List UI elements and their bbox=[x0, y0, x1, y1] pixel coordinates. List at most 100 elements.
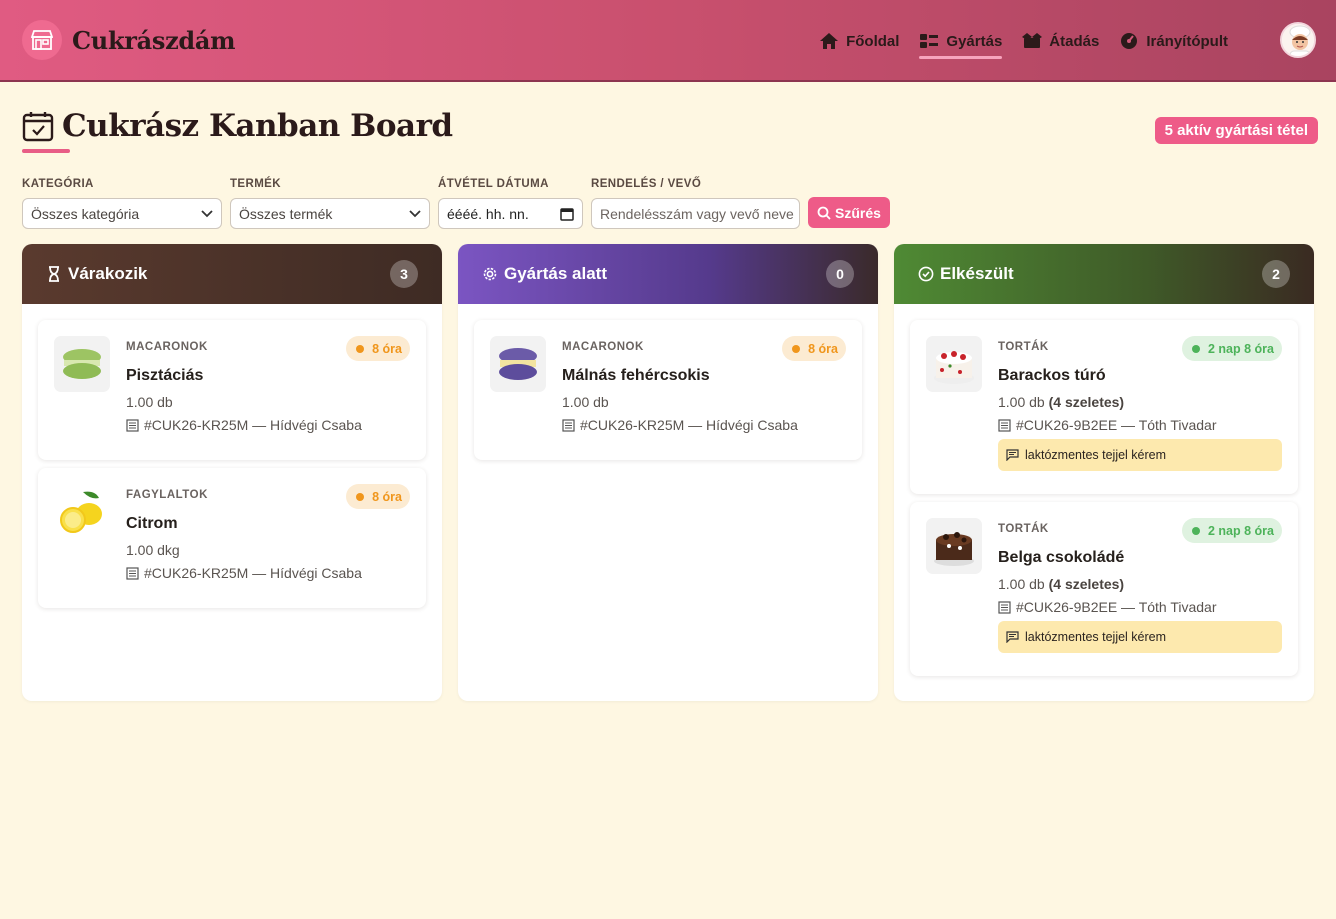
column-waiting-count: 3 bbox=[390, 260, 418, 288]
product-select-value: Összes termék bbox=[239, 205, 333, 222]
title-underline bbox=[22, 149, 70, 153]
time-badge-label: 8 óra bbox=[372, 341, 402, 356]
card-quantity: 1.00 db (4 szeletes) bbox=[998, 576, 1125, 592]
order-card[interactable]: 8 óra MACARONOK Málnás fehércsokis 1.00 … bbox=[474, 320, 862, 460]
card-note: laktózmentes tejjel kérem bbox=[998, 621, 1282, 653]
card-order: #CUK26-KR25M — Hídvégi Csaba bbox=[126, 417, 410, 433]
date-input-value: éééé. hh. nn. bbox=[447, 205, 529, 222]
card-quantity: 1.00 db (4 szeletes) bbox=[998, 394, 1125, 410]
nav-dashboard-label: Irányítópult bbox=[1146, 32, 1228, 50]
category-filter-label: KATEGÓRIA bbox=[22, 178, 94, 190]
nav-home[interactable]: Főoldal bbox=[819, 30, 899, 52]
check-circle-icon bbox=[918, 266, 934, 282]
time-badge: 8 óra bbox=[782, 336, 846, 361]
active-items-badge: 5 aktív gyártási tétel bbox=[1154, 117, 1318, 144]
page-title-row: Cukrász Kanban Board bbox=[22, 108, 453, 144]
receipt-icon bbox=[998, 418, 1011, 432]
column-in-progress-title: Gyártás alatt bbox=[504, 264, 607, 283]
card-order: #CUK26-KR25M — Hídvégi Csaba bbox=[562, 417, 846, 433]
filter-button[interactable]: Szűrés bbox=[808, 197, 890, 228]
order-card[interactable]: 2 nap 8 óra TORTÁK Belga csokoládé 1.00 … bbox=[910, 502, 1298, 676]
order-search-placeholder: Rendelésszám vagy vevő neve bbox=[600, 205, 794, 222]
time-badge-label: 2 nap 8 óra bbox=[1208, 341, 1274, 356]
home-icon bbox=[820, 33, 839, 49]
comment-icon bbox=[1006, 449, 1019, 461]
chevron-down-icon bbox=[201, 209, 213, 217]
column-waiting-header: Várakozik 3 bbox=[22, 244, 442, 304]
time-badge: 2 nap 8 óra bbox=[1182, 336, 1282, 361]
top-navbar: Cukrászdám Főoldal Gyártás Átadás Irányí… bbox=[0, 0, 1336, 82]
brand[interactable]: Cukrászdám bbox=[22, 20, 236, 60]
column-done-title: Elkészült bbox=[940, 264, 1014, 283]
product-filter: TERMÉK Összes termék bbox=[230, 178, 430, 229]
cream-cake-image bbox=[926, 336, 982, 392]
card-product-name: Belga csokoládé bbox=[998, 549, 1125, 566]
order-filter: RENDELÉS / VEVŐ Rendelésszám vagy vevő n… bbox=[591, 178, 800, 229]
chevron-down-icon bbox=[409, 209, 421, 217]
column-waiting-title: Várakozik bbox=[68, 264, 148, 283]
time-badge: 8 óra bbox=[346, 484, 410, 509]
product-select[interactable]: Összes termék bbox=[230, 198, 430, 229]
time-badge-label: 8 óra bbox=[808, 341, 838, 356]
column-done: Elkészült 2 2 nap 8 óra TORTÁK Barackos … bbox=[894, 244, 1314, 701]
category-select[interactable]: Összes kategória bbox=[22, 198, 222, 229]
nav-dashboard[interactable]: Irányítópult bbox=[1119, 30, 1228, 52]
dashboard-icon bbox=[1121, 33, 1138, 49]
category-select-value: Összes kategória bbox=[31, 205, 140, 222]
card-quantity: 1.00 db bbox=[126, 394, 173, 410]
page-title: Cukrász Kanban Board bbox=[62, 108, 453, 144]
production-icon bbox=[920, 34, 939, 48]
nav-handover[interactable]: Átadás bbox=[1022, 30, 1099, 52]
card-order: #CUK26-9B2EE — Tóth Tivadar bbox=[998, 417, 1282, 433]
brand-name: Cukrászdám bbox=[72, 25, 236, 55]
column-waiting: Várakozik 3 8 óra MACARONOK Pisztáciás 1… bbox=[22, 244, 442, 701]
nav-production-label: Gyártás bbox=[946, 32, 1003, 50]
date-filter-label: ÁTVÉTEL DÁTUMA bbox=[438, 178, 549, 190]
calendar-icon[interactable] bbox=[560, 207, 574, 221]
user-avatar[interactable] bbox=[1280, 22, 1316, 58]
card-quantity: 1.00 db bbox=[562, 394, 609, 410]
card-quantity: 1.00 dkg bbox=[126, 542, 180, 558]
card-order: #CUK26-KR25M — Hídvégi Csaba bbox=[126, 565, 410, 581]
column-in-progress-header: Gyártás alatt 0 bbox=[458, 244, 878, 304]
time-badge: 2 nap 8 óra bbox=[1182, 518, 1282, 543]
card-product-name: Pisztáciás bbox=[126, 367, 204, 384]
time-badge-label: 8 óra bbox=[372, 489, 402, 504]
card-product-name: Barackos túró bbox=[998, 367, 1106, 384]
nav-home-label: Főoldal bbox=[846, 32, 900, 50]
order-search-input[interactable]: Rendelésszám vagy vevő neve bbox=[591, 198, 800, 229]
date-filter: ÁTVÉTEL DÁTUMA éééé. hh. nn. bbox=[438, 178, 583, 229]
column-in-progress: Gyártás alatt 0 8 óra MACARONOK Málnás f… bbox=[458, 244, 878, 701]
card-order: #CUK26-9B2EE — Tóth Tivadar bbox=[998, 599, 1282, 615]
receipt-icon bbox=[126, 418, 139, 432]
calendar-check-icon bbox=[22, 112, 54, 142]
nav-production[interactable]: Gyártás bbox=[919, 30, 1003, 59]
order-card[interactable]: 8 óra FAGYLALTOK Citrom 1.00 dkg #CUK26-… bbox=[38, 468, 426, 608]
column-done-header: Elkészült 2 bbox=[894, 244, 1314, 304]
date-input[interactable]: éééé. hh. nn. bbox=[438, 198, 583, 229]
shop-icon bbox=[22, 20, 62, 60]
receipt-icon bbox=[562, 418, 575, 432]
nav-handover-label: Átadás bbox=[1049, 32, 1100, 50]
column-in-progress-count: 0 bbox=[826, 260, 854, 288]
card-note: laktózmentes tejjel kérem bbox=[998, 439, 1282, 471]
column-done-count: 2 bbox=[1262, 260, 1290, 288]
receipt-icon bbox=[998, 600, 1011, 614]
time-badge-label: 2 nap 8 óra bbox=[1208, 523, 1274, 538]
hourglass-icon bbox=[49, 266, 59, 282]
filter-button-label: Szűrés bbox=[835, 204, 881, 221]
comment-icon bbox=[1006, 631, 1019, 643]
search-icon bbox=[817, 206, 831, 220]
receipt-icon bbox=[126, 566, 139, 580]
time-badge: 8 óra bbox=[346, 336, 410, 361]
card-product-name: Málnás fehércsokis bbox=[562, 367, 710, 384]
order-filter-label: RENDELÉS / VEVŐ bbox=[591, 178, 702, 190]
lemon-image bbox=[54, 484, 110, 540]
main-nav: Főoldal Gyártás Átadás Irányítópult bbox=[819, 30, 1228, 59]
category-filter: KATEGÓRIA Összes kategória bbox=[22, 178, 222, 229]
handover-icon bbox=[1022, 33, 1043, 48]
order-card[interactable]: 8 óra MACARONOK Pisztáciás 1.00 db #CUK2… bbox=[38, 320, 426, 460]
order-card[interactable]: 2 nap 8 óra TORTÁK Barackos túró 1.00 db… bbox=[910, 320, 1298, 494]
purple-macaron-image bbox=[490, 336, 546, 392]
green-macaron-image bbox=[54, 336, 110, 392]
